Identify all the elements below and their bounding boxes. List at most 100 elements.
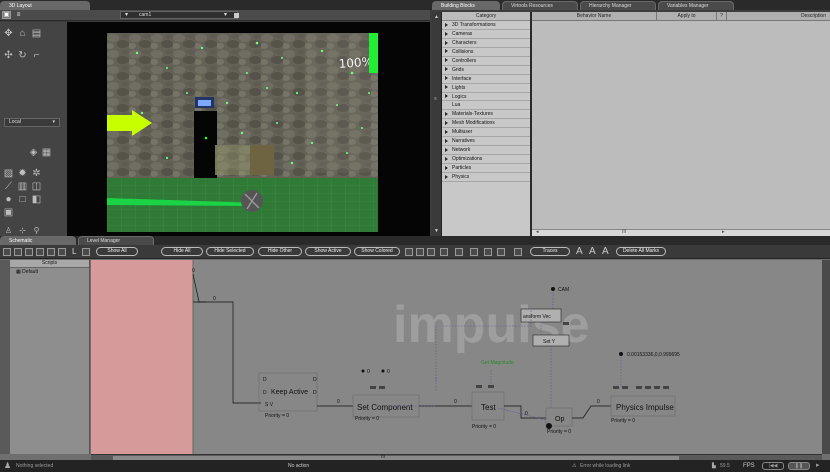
set-component-node[interactable]: Set Component Priority = 0 0 0 [352,369,420,422]
list-item[interactable]: Narratives [442,137,530,147]
grid-icon[interactable]: ▦ [41,147,52,158]
tab-level-manager[interactable]: Level Manager [78,236,154,245]
trace-icon[interactable] [514,248,522,256]
rotate-icon[interactable]: ✥ [3,28,14,39]
grid-toggle-icon[interactable] [416,248,424,256]
3d-scene[interactable]: 100% [107,33,378,232]
mark-c-icon[interactable]: A [602,246,609,257]
list-item[interactable]: Materials-Textures [442,110,530,120]
list-item[interactable]: Lua [442,101,530,111]
tab-schematic[interactable]: Schematic [0,236,76,245]
list-item[interactable]: Physics [442,173,530,182]
list-item[interactable]: Optimizations [442,155,530,164]
align-icon[interactable] [405,248,413,256]
category-header[interactable]: Category [442,12,530,21]
tab-virtools-resources[interactable]: Virtools Resources [502,1,578,10]
zoom-view-icon[interactable]: ⚲ [31,225,42,236]
vector-parameter-icon[interactable] [619,352,623,356]
add-script-icon[interactable] [25,248,33,256]
list-item[interactable]: Grids [442,66,530,75]
cylinder-icon[interactable]: ◧ [31,194,42,205]
curve-icon[interactable]: ⟋ [3,181,14,192]
hide-selected-button[interactable]: Hide Selected [206,247,254,256]
mark-b-icon[interactable]: A [589,246,596,257]
traces-button[interactable]: Traces [530,247,570,256]
schematic-mode-icon[interactable] [3,248,11,256]
scroll-down-icon[interactable]: ▼ [434,228,439,234]
hand-icon[interactable]: ⌂ [17,28,28,39]
scroll-grip[interactable]: III [622,229,626,235]
list-item[interactable]: 3D Transformations [442,21,530,30]
frame-icon[interactable]: ▥ [17,181,28,192]
l-button[interactable]: L [72,247,76,256]
settings-icon[interactable]: ✲ [31,168,42,179]
split-icon[interactable] [82,248,90,256]
op-node[interactable]: Op Priority = 0 [545,407,573,435]
light-icon[interactable]: ✹ [17,168,28,179]
hide-other-button[interactable]: Hide Other [258,247,302,256]
show-active-button[interactable]: Show Active [305,247,351,256]
keep-active-node[interactable]: D D D D Keep Active S V Priority = 0 [258,372,318,419]
pin-icon[interactable] [234,13,239,18]
link-icon[interactable] [427,248,435,256]
box-icon[interactable]: □ [17,194,28,205]
scroll-up-icon[interactable]: ▲ [434,14,439,20]
hide-all-button[interactable]: Hide All [161,247,203,256]
list-item[interactable]: Characters [442,39,530,48]
scripts-header[interactable]: Scripts [10,260,89,268]
scroll-right-icon[interactable]: ▸ [722,229,725,235]
play-button[interactable]: ▸ [816,460,820,472]
camera-select[interactable]: ▾ cam1 ▾ [120,11,239,19]
find-icon[interactable] [58,248,66,256]
camera-settings-icon[interactable]: ▣ [2,11,11,19]
zoom-in-icon[interactable] [484,248,492,256]
place-icon[interactable]: ⊹ [17,225,28,236]
scale-icon[interactable]: ⌐ [31,50,42,61]
tab-building-blocks[interactable]: Building Blocks [432,1,500,10]
rewind-button[interactable]: |◀◀ [762,462,784,470]
behavior-hscrollbar[interactable]: ◂ III ▸ [532,229,830,236]
list-item[interactable]: Logics [442,93,530,102]
schematic-canvas[interactable]: impulse 0 0 D D D D Keep Active S V Prio… [91,260,822,454]
list-item[interactable]: Collisions [442,48,530,57]
scroll-grip-icon[interactable]: ≡ [434,96,437,102]
script-row[interactable]: ▦ Default [10,268,89,276]
list-item[interactable]: Network [442,146,530,156]
3d-viewport[interactable]: 100% [67,22,430,236]
filter-icon[interactable] [36,248,44,256]
list-item[interactable]: Particles [442,164,530,173]
new-script-icon[interactable] [14,248,22,256]
view-options-icon[interactable]: ≡ [14,11,23,19]
list-item[interactable]: Interface [442,75,530,84]
camera-icon[interactable]: ▨ [3,168,14,179]
show-all-button[interactable]: Show All [96,247,138,256]
3d-frame-icon[interactable]: ▣ [3,207,14,218]
column-behavior-name[interactable]: Behavior Name [532,12,657,21]
portal-icon[interactable]: ◫ [31,181,42,192]
show-colored-button[interactable]: Show Colored [354,247,400,256]
schematic-vscrollbar[interactable] [822,260,830,454]
test-node[interactable]: Test Priority = 0 Get Magnitude [471,360,514,430]
list-item[interactable]: Lights [442,84,530,93]
list-item[interactable]: Multiuser [442,128,530,138]
pause-button[interactable]: ❚❚ [788,462,810,470]
tab-3d-layout[interactable]: 3D Layout [0,1,90,10]
zoom-out-icon[interactable] [497,248,505,256]
set-y-node[interactable]: Set Y [532,334,570,347]
shortcut-icon[interactable] [440,248,448,256]
tab-hierarchy-manager[interactable]: Hierarchy Manager [580,1,656,10]
character-icon[interactable]: ♙ [3,225,14,236]
list-item[interactable]: Controllers [442,57,530,66]
sphere-icon[interactable]: ● [3,194,14,205]
delete-all-marks-button[interactable]: Delete All Marks [616,247,666,256]
scroll-left-icon[interactable]: ◂ [536,229,539,235]
tab-variables-manager[interactable]: Variables Manager [658,1,734,10]
image-icon[interactable] [47,248,55,256]
mark-a-icon[interactable]: A [576,246,583,257]
move-icon[interactable]: ✣ [3,50,14,61]
cam-parameter-icon[interactable] [551,287,555,291]
zoom-icon[interactable]: ▤ [31,28,42,39]
select-icon[interactable]: ◈ [28,147,39,158]
coordinate-mode-select[interactable]: Local ▾ [4,118,60,127]
column-apply-to[interactable]: Apply to [657,12,717,21]
